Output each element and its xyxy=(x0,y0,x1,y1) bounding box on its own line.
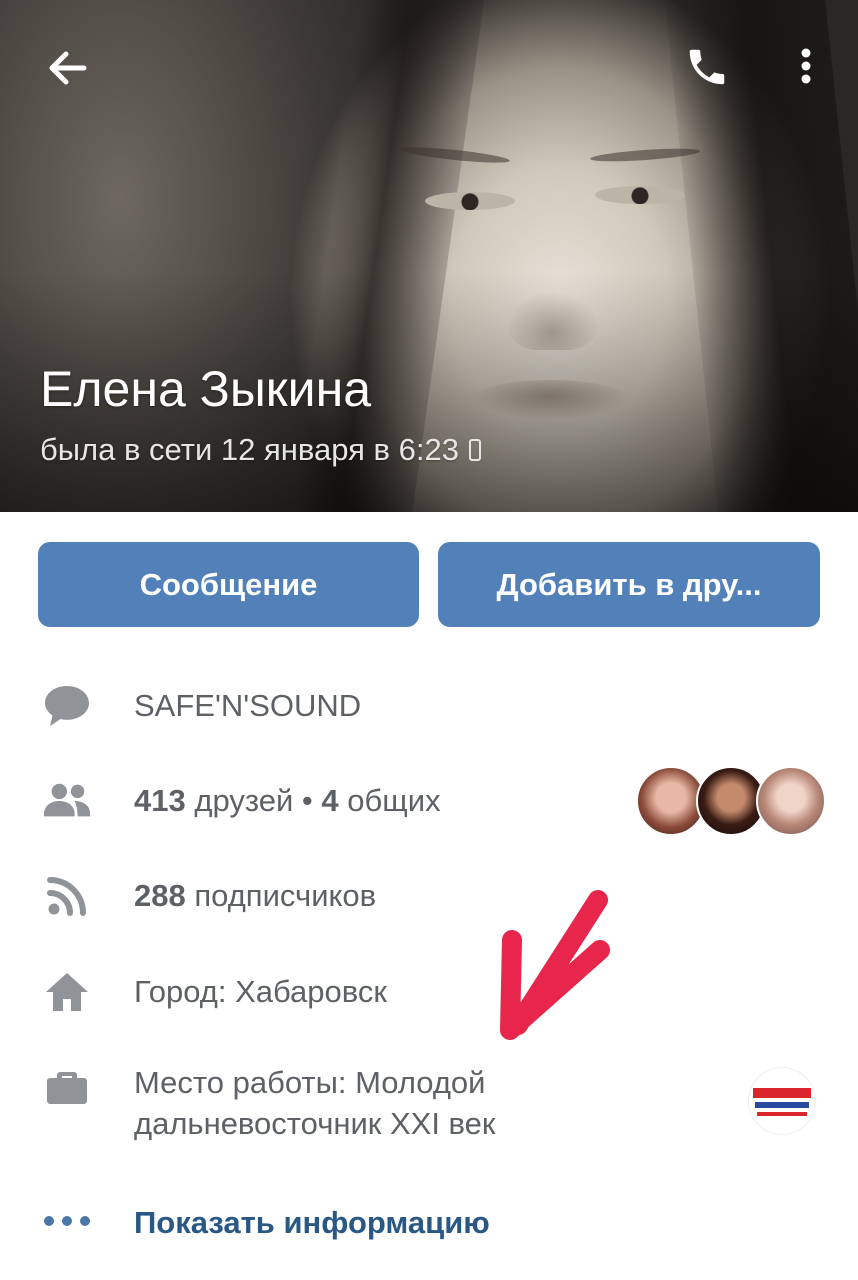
followers-text: 288 подписчиков xyxy=(134,878,376,914)
more-horizontal-icon xyxy=(44,1214,90,1228)
mutual-count: 4 xyxy=(321,783,339,818)
followers-row[interactable]: 288 подписчиков xyxy=(0,870,858,922)
logo-decor xyxy=(755,1102,809,1108)
work-text: Место работы: Молодой дальневосточник XX… xyxy=(134,1062,495,1144)
more-vertical-icon[interactable] xyxy=(794,44,818,92)
add-friend-button[interactable]: Добавить в дру... xyxy=(438,542,820,627)
friends-label: друзей xyxy=(194,783,294,818)
phone-icon[interactable] xyxy=(684,44,730,90)
back-arrow-icon[interactable] xyxy=(44,44,92,92)
friends-icon xyxy=(42,776,92,826)
show-info-link[interactable]: Показать информацию xyxy=(134,1205,490,1241)
mutual-label: общих xyxy=(347,783,441,818)
friends-count: 413 xyxy=(134,783,186,818)
online-status-text: была в сети 12 января в 6:23 xyxy=(40,432,459,467)
logo-decor xyxy=(753,1088,811,1098)
separator: • xyxy=(301,783,313,818)
work-line-1: Место работы: Молодой xyxy=(134,1065,486,1100)
briefcase-icon xyxy=(42,1062,92,1112)
logo-decor xyxy=(757,1112,807,1116)
city-text: Город: Хабаровск xyxy=(134,974,387,1009)
online-status: была в сети 12 января в 6:23 xyxy=(40,432,481,468)
friends-text: 413 друзей • 4 общих xyxy=(134,783,441,819)
cover-decor xyxy=(595,186,685,204)
chat-bubble-icon xyxy=(42,681,92,731)
mobile-device-icon xyxy=(468,439,481,461)
status-row[interactable]: SAFE'N'SOUND xyxy=(0,680,858,732)
workplace-logo[interactable] xyxy=(748,1067,816,1135)
work-row[interactable]: Место работы: Молодой дальневосточник XX… xyxy=(0,1062,858,1144)
avatar[interactable] xyxy=(756,766,826,836)
followers-count: 288 xyxy=(134,878,186,913)
annotation-arrow-icon xyxy=(500,890,610,1040)
work-line-2: дальневосточник XXI век xyxy=(134,1106,496,1141)
home-icon xyxy=(42,967,92,1017)
status-text: SAFE'N'SOUND xyxy=(134,688,362,723)
cover-decor xyxy=(425,192,515,210)
city-row: Город: Хабаровск xyxy=(0,966,858,1018)
message-button[interactable]: Сообщение xyxy=(38,542,419,627)
profile-name: Елена Зыкина xyxy=(40,361,372,417)
followers-label: подписчиков xyxy=(194,878,377,913)
rss-followers-icon xyxy=(42,871,92,921)
